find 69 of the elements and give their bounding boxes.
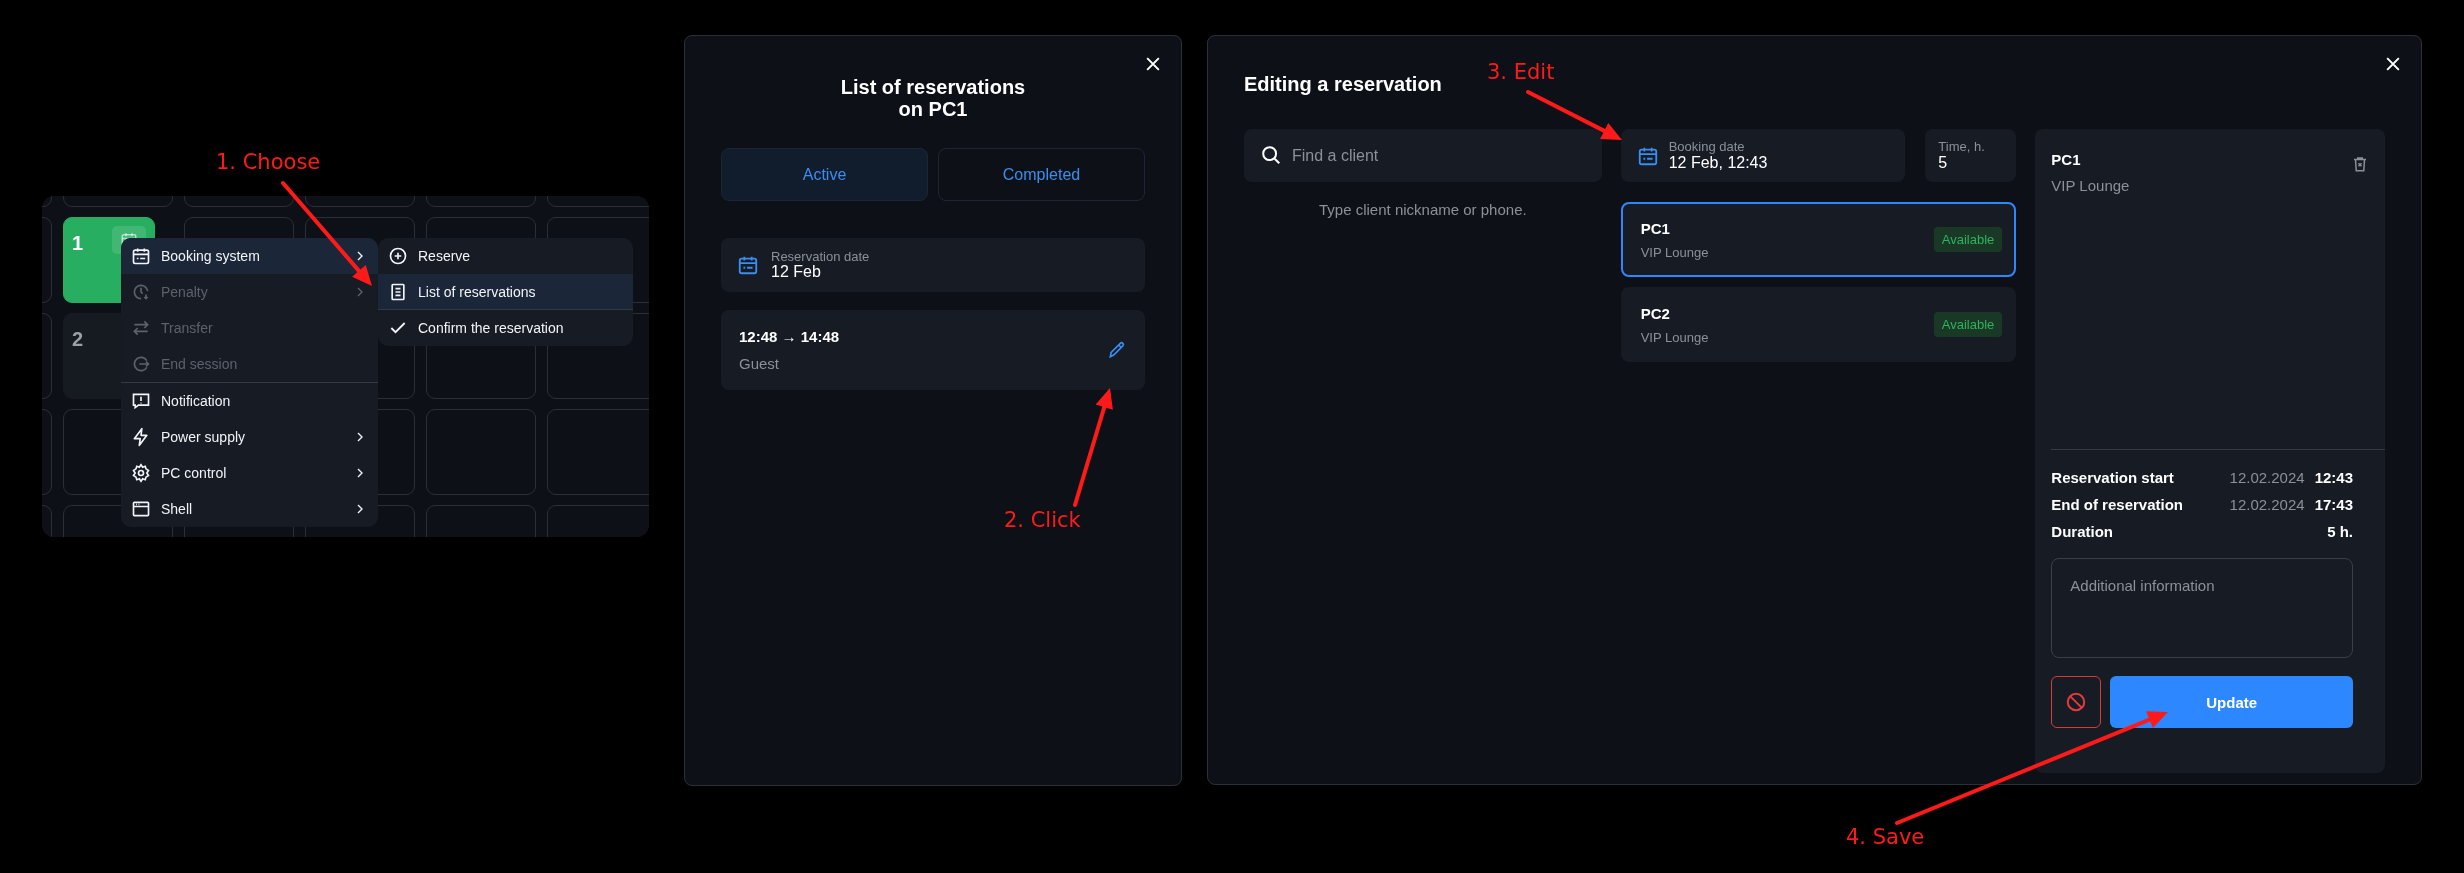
detail-label: Duration	[2051, 522, 2114, 541]
menu-item[interactable]: List of reservations	[378, 274, 633, 310]
reservation-card[interactable]: 12:48 → 14:48 Guest	[721, 310, 1145, 390]
pc-name: PC1	[1640, 219, 1671, 237]
menu-item[interactable]: PC control	[121, 455, 378, 491]
pc-card[interactable]: PC2 VIP Lounge Available	[1620, 287, 2017, 362]
dialog-title: Editing a reservation	[1244, 73, 1442, 95]
booking-date-field[interactable]: Booking date 12 Feb, 12:43	[1620, 129, 1906, 182]
plus-circle-icon	[388, 246, 408, 266]
search-field[interactable]: Find a client	[1244, 129, 1602, 182]
detail-label: End of reservation	[2051, 495, 2184, 514]
document-icon	[388, 281, 408, 302]
gear-icon	[131, 463, 151, 483]
pc-tile[interactable]	[547, 409, 649, 495]
pc-name: PC2	[1640, 304, 1671, 322]
detail-date: 12.02.2024	[2229, 468, 2305, 487]
window-icon	[131, 499, 151, 519]
field-label: Booking date	[1668, 140, 1746, 154]
pc-tile[interactable]	[426, 409, 536, 495]
exit-icon	[131, 354, 151, 374]
pc-card[interactable]: PC1 VIP Lounge Available	[1620, 202, 2017, 277]
clock-icon	[131, 282, 151, 302]
swap-arrows-icon	[131, 318, 151, 338]
zone-name: VIP Lounge	[1640, 244, 1710, 260]
tab[interactable]: Active	[721, 148, 928, 201]
field-label: Reservation date	[771, 250, 870, 264]
menu-item[interactable]: Reserve	[378, 238, 633, 274]
dialog-title: List of reservations on PC1	[839, 75, 1027, 120]
zone-name: VIP Lounge	[1640, 329, 1710, 345]
status-badge: Available	[1933, 312, 2003, 337]
detail-time: 17:43	[2314, 495, 2353, 514]
pc-name: PC1	[2051, 151, 2082, 168]
step-label: 1. Choose	[216, 150, 321, 174]
hint-text: Type client nickname or phone.	[1318, 201, 1528, 218]
detail-time: 5 h.	[2327, 522, 2353, 541]
tab[interactable]: Completed	[938, 148, 1145, 201]
calendar-icon	[737, 254, 759, 276]
reservation-time: 12:48 → 14:48	[739, 328, 841, 345]
menu-item[interactable]: Booking system	[121, 238, 378, 274]
date-field[interactable]: Reservation date 12 Feb	[721, 238, 1145, 292]
status-badge: Available	[1933, 227, 2003, 252]
field-value: 5	[1938, 154, 1949, 171]
notes-field[interactable]: Additional information	[2051, 558, 2353, 658]
step-label: 4. Save	[1846, 825, 1925, 849]
field-value: 12 Feb	[771, 264, 822, 280]
step-label: 2. Click	[1004, 508, 1081, 532]
detail-time: 12:43	[2314, 468, 2353, 487]
field-value: 12 Feb, 12:43	[1668, 154, 1768, 171]
menu-item[interactable]: Power supply	[121, 419, 378, 455]
menu-item[interactable]: Confirm the reservation	[378, 310, 633, 346]
detail-label: Reservation start	[2051, 468, 2175, 487]
pencil-icon	[1107, 340, 1127, 360]
lightning-icon	[131, 427, 151, 447]
prohibited-icon	[2065, 691, 2088, 713]
hours-field[interactable]: Time, h. 5	[1925, 129, 2017, 182]
message-icon	[131, 391, 151, 411]
client-name: Guest	[739, 355, 781, 372]
search-icon	[1260, 144, 1282, 166]
cancel-button[interactable]	[2051, 676, 2102, 728]
trash-icon	[2351, 155, 2369, 173]
zone-name: VIP Lounge	[2051, 177, 2131, 194]
menu-item[interactable]: Shell	[121, 491, 378, 527]
detail-date: 12.02.2024	[2229, 495, 2305, 514]
calendar-icon	[131, 246, 151, 266]
field-label: Time, h.	[1938, 140, 1985, 154]
tile-number: 1	[72, 232, 84, 255]
step-label: 3. Edit	[1487, 60, 1555, 84]
edit-button[interactable]	[1107, 340, 1127, 360]
tile-number: 2	[72, 328, 84, 351]
